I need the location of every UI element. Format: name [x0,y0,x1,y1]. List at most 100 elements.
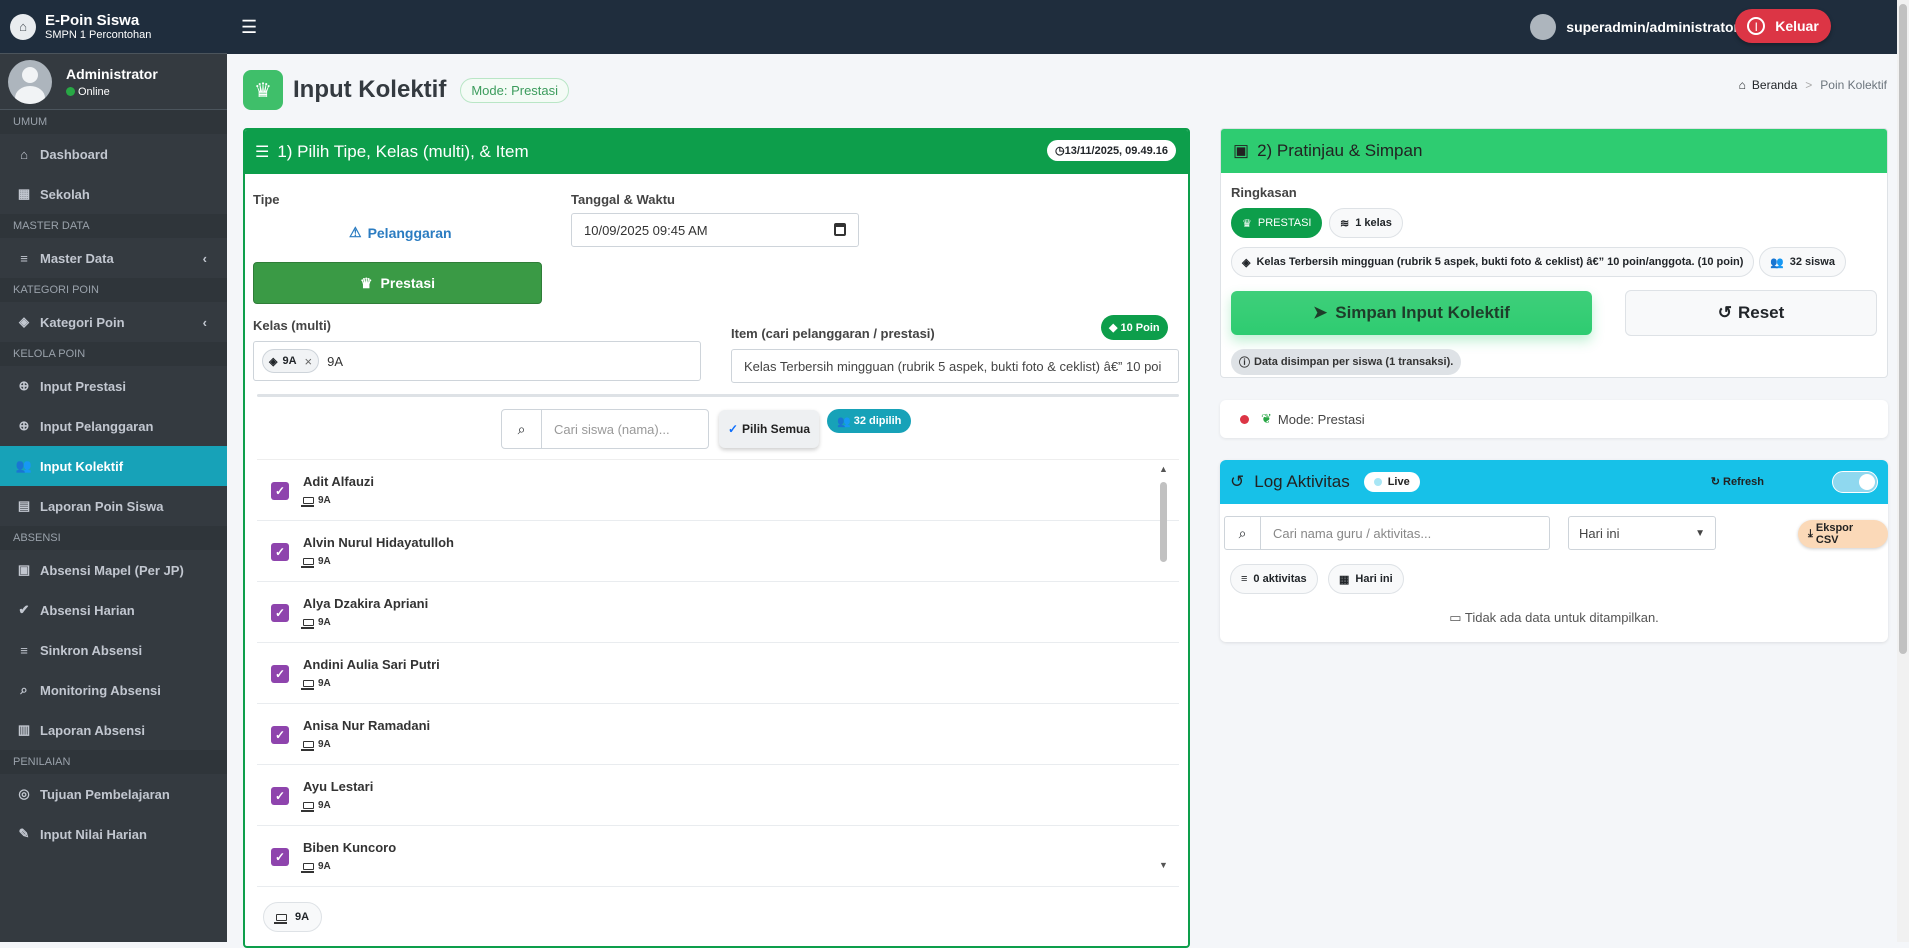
leaf-icon: ❦ [1261,411,1272,426]
activity-count-label: 0 aktivitas [1253,573,1307,585]
status-dot-icon [1240,414,1249,424]
list-item[interactable]: ✓ Alvin Nurul Hidayatulloh 9A [257,521,1179,582]
trophy-icon: ♛ [1242,217,1252,230]
summary-label: Ringkasan [1231,185,1297,200]
list-item[interactable]: ✓ Adit Alfauzi 9A [257,460,1179,521]
student-name: Anisa Nur Ramadani [303,718,431,733]
class-group-chip: 9A [263,902,323,932]
list-item[interactable]: ✓ Andini Aulia Sari Putri 9A [257,643,1179,704]
check-double-icon: ✓ [727,422,739,436]
kelas-multiselect[interactable]: ◈ 9A × 9A [253,341,701,381]
users-icon: 👥 [1770,256,1784,269]
tipe-prestasi-button[interactable]: ♛ Prestasi [253,262,542,304]
tipe-pelanggaran-option[interactable]: ⚠ Pelanggaran [349,224,452,241]
breadcrumb-current: Poin Kolektif [1820,78,1887,92]
divider [257,394,1179,397]
database-icon: ≡ [20,250,28,266]
account-menu[interactable]: superadmin/administrator [1530,14,1739,40]
sidebar-item-input-pelanggaran[interactable]: ⊕ Input Pelanggaran [0,406,227,446]
sidebar-item-master-data[interactable]: ≡ Master Data ‹ [0,238,227,278]
sidebar-item-input-nilai-harian[interactable]: ✎ Input Nilai Harian [0,814,227,854]
student-checkbox[interactable]: ✓ [271,604,289,622]
student-class: 9A [301,556,331,568]
student-checkbox[interactable]: ✓ [271,726,289,744]
student-checkbox[interactable]: ✓ [271,543,289,561]
sidebar: ⌂ E-Poin Siswa SMPN 1 Percontohan Admini… [0,0,227,942]
user-name[interactable]: Administrator [66,66,158,82]
scroll-up-icon[interactable]: ▲ [1159,464,1168,474]
tipe-pelanggaran-label: Pelanggaran [367,224,452,241]
school-icon: ▦ [17,186,31,201]
log-search-input[interactable]: Cari nama guru / aktivitas... [1261,526,1431,541]
breadcrumb-home[interactable]: Beranda [1752,78,1797,92]
logout-button[interactable]: | Keluar [1735,9,1831,43]
sidebar-item-sekolah[interactable]: ▦ Sekolah [0,174,227,214]
chevron-down-icon: ▼ [1695,527,1705,539]
preview-card: ▣ 2) Pratinjau & Simpan Ringkasan ♛ PREST… [1220,128,1888,378]
brand[interactable]: ⌂ E-Poin Siswa SMPN 1 Percontohan [0,0,227,54]
student-list: ✓ Adit Alfauzi 9A ✓ Alvin Nurul Hidayatullo… [257,459,1179,899]
sync-icon: ↻ [1710,476,1720,488]
sidebar-item-laporan-poin-siswa[interactable]: ▤ Laporan Poin Siswa [0,486,227,526]
sidebar-item-label: Dashboard [40,146,108,162]
student-checkbox[interactable]: ✓ [271,787,289,805]
logout-label: Keluar [1775,18,1819,34]
student-checkbox[interactable]: ✓ [271,482,289,500]
sidebar-item-dashboard[interactable]: ⌂ Dashboard [0,134,227,174]
datetime-input[interactable]: 10/09/2025 09:45 AM [571,213,859,247]
search-icon: ⌕ [20,682,28,697]
sidebar-item-kategori-poin[interactable]: ◈ Kategori Poin ‹ [0,302,227,342]
sidebar-item-label: Input Pelanggaran [40,418,154,434]
sidebar-item-tujuan-pembelajaran[interactable]: ◎ Tujuan Pembelajaran [0,774,227,814]
poin-badge: ◆ 10 Poin [1101,315,1168,340]
list-item[interactable]: ✓ Biben Kuncoro 9A [257,826,1179,887]
target-icon: ◎ [18,786,30,801]
log-search[interactable]: ⌕ Cari nama guru / aktivitas... [1224,516,1550,550]
list-item[interactable]: ✓ Alya Dzakira Apriani 9A [257,582,1179,643]
select-all-button[interactable]: ✓ Pilih Semua [719,410,819,448]
sidebar-item-absensi-mapel[interactable]: ▣ Absensi Mapel (Per JP) [0,550,227,590]
file-icon: ▤ [17,498,31,513]
info-note: ⓘ Data disimpan per siswa (1 transaksi). [1231,349,1462,375]
remove-chip-icon[interactable]: × [305,354,313,369]
reset-button[interactable]: ↺ Reset [1625,290,1877,336]
hamburger-menu-icon[interactable]: ☰ [241,17,257,38]
calendar-icon[interactable] [834,223,846,236]
student-checkbox[interactable]: ✓ [271,665,289,683]
save-button[interactable]: ➤ Simpan Input Kolektif [1231,291,1592,335]
list-item[interactable]: ✓ Ayu Lestari 9A [257,765,1179,826]
laptop-icon [301,558,314,568]
home-icon: ⌂ [20,146,28,162]
database-icon: ≡ [1241,573,1248,585]
sidebar-item-input-prestasi[interactable]: ⊕ Input Prestasi [0,366,227,406]
nav-header-penilaian: PENILAIAN [0,750,227,774]
student-list-scrollbar-thumb[interactable] [1160,482,1167,562]
live-toggle[interactable] [1832,471,1878,493]
student-checkbox[interactable]: ✓ [271,848,289,866]
sidebar-item-sinkron-absensi[interactable]: ≡ Sinkron Absensi [0,630,227,670]
sidebar-item-laporan-absensi[interactable]: ▥ Laporan Absensi [0,710,227,750]
student-search[interactable]: ⌕ Cari siswa (nama)... [501,409,709,449]
log-period-select[interactable]: Hari ini ▼ [1568,516,1716,550]
student-search-input[interactable]: Cari siswa (nama)... [542,422,670,437]
kelas-search-input[interactable]: 9A [327,354,343,369]
selection-card-header: ☰ 1) Pilih Tipe, Kelas (multi), & Item ◷… [245,130,1188,174]
list-item[interactable]: ✓ Anisa Nur Ramadani 9A [257,704,1179,765]
item-select[interactable]: Kelas Terbersih mingguan (rubrik 5 aspek… [731,349,1179,383]
sidebar-item-input-kolektif[interactable]: 👥 Input Kolektif [0,446,227,486]
sidebar-item-absensi-harian[interactable]: ✔ Absensi Harian [0,590,227,630]
nav-header-master-data: MASTER DATA [0,214,227,238]
selection-card: ☰ 1) Pilih Tipe, Kelas (multi), & Item ◷… [243,128,1190,948]
student-list-scrollbar[interactable]: ▲ ▼ [1157,464,1169,870]
nav-header-umum: UMUM [0,110,227,134]
scroll-down-icon[interactable]: ▼ [1159,860,1168,870]
sidebar-item-monitoring-absensi[interactable]: ⌕ Monitoring Absensi [0,670,227,710]
save-button-label: Simpan Input Kolektif [1335,303,1510,322]
main-content: ♛ Input Kolektif Mode: Prestasi ⌂ Berand… [227,54,1909,948]
activity-count-pill: ≡ 0 aktivitas [1230,564,1318,594]
account-name: superadmin/administrator [1566,19,1739,35]
refresh-button[interactable]: ↻ Refresh [1711,475,1764,488]
student-class-label: 9A [318,800,331,811]
student-count-label: 32 siswa [1789,256,1835,268]
export-csv-button[interactable]: ⤓ Ekspor CSV [1798,520,1888,548]
